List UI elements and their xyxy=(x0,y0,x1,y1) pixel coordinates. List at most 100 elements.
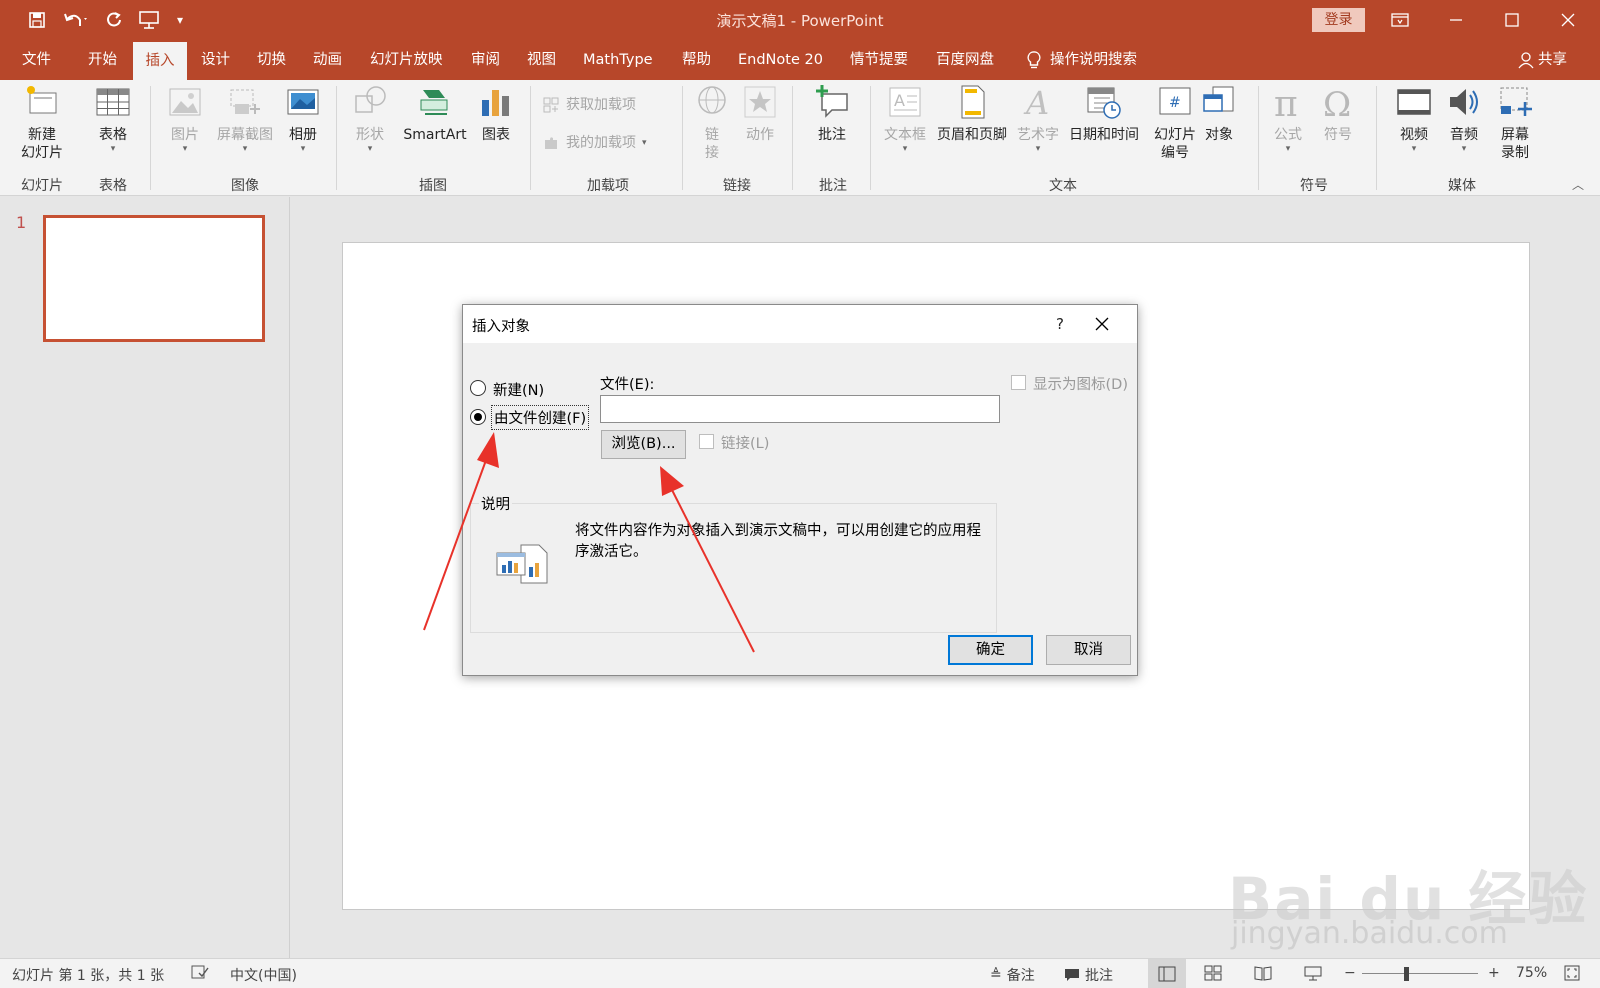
comment-button[interactable]: 批注 xyxy=(810,84,854,144)
zoom-in-button[interactable]: + xyxy=(1488,965,1500,981)
cancel-button[interactable]: 取消 xyxy=(1046,635,1131,665)
dialog-title: 插入对象 xyxy=(472,319,530,335)
tab-storyboard[interactable]: 情节提要 xyxy=(850,40,908,80)
create-new-label[interactable]: 新建(N) xyxy=(493,379,544,400)
maximize-icon[interactable] xyxy=(1492,4,1532,36)
ok-button[interactable]: 确定 xyxy=(948,635,1033,665)
customize-qat-icon[interactable]: ▾ xyxy=(170,6,190,34)
chart-button[interactable]: 图表 xyxy=(474,84,518,144)
redo-icon[interactable] xyxy=(100,6,128,34)
help-icon[interactable]: ? xyxy=(1045,311,1075,337)
get-addins-button[interactable]: 获取加载项 xyxy=(542,96,636,114)
create-from-file-radio[interactable] xyxy=(470,409,486,425)
my-addins-button[interactable]: 我的加载项 ▾ xyxy=(542,134,647,152)
file-path-input[interactable] xyxy=(600,395,1000,423)
present-from-start-icon[interactable] xyxy=(134,6,164,34)
date-time-button[interactable]: 日期和时间 xyxy=(1064,84,1144,144)
reading-view-button[interactable] xyxy=(1254,965,1272,985)
tab-design[interactable]: 设计 xyxy=(201,40,230,80)
wordart-button[interactable]: A 艺术字 ▾ xyxy=(1014,84,1062,154)
tab-transitions[interactable]: 切换 xyxy=(257,40,286,80)
tab-file[interactable]: 文件 xyxy=(22,40,51,80)
screenshot-icon xyxy=(230,89,260,114)
shapes-icon xyxy=(355,86,386,113)
table-button[interactable]: 表格 ▾ xyxy=(90,84,136,154)
audio-button[interactable]: 音频 ▾ xyxy=(1442,84,1486,154)
ribbon-display-options-icon[interactable] xyxy=(1380,4,1420,36)
group-label-text: 文本 xyxy=(1049,178,1077,194)
symbol-button[interactable]: Ω 符号 xyxy=(1316,84,1360,144)
spell-check-icon[interactable] xyxy=(190,964,210,984)
comments-button[interactable]: 批注 xyxy=(1064,965,1113,985)
normal-view-button[interactable] xyxy=(1148,959,1186,988)
fit-to-window-button[interactable] xyxy=(1564,965,1580,985)
link-label: 链接(L) xyxy=(721,436,770,452)
tab-view[interactable]: 视图 xyxy=(527,40,556,80)
tell-me-search[interactable]: 操作说明搜索 xyxy=(1026,40,1137,80)
save-icon[interactable] xyxy=(22,6,52,34)
star-icon xyxy=(744,86,776,118)
display-as-icon-checkbox[interactable] xyxy=(1011,375,1026,390)
zoom-slider-thumb[interactable] xyxy=(1404,967,1409,981)
tab-endnote[interactable]: EndNote 20 xyxy=(738,40,823,80)
textbox-icon: A xyxy=(889,87,921,117)
login-button[interactable]: 登录 xyxy=(1312,8,1365,32)
shapes-button[interactable]: 形状 ▾ xyxy=(348,84,392,154)
action-button[interactable]: 动作 xyxy=(738,84,782,144)
textbox-button[interactable]: A 文本框 ▾ xyxy=(880,84,930,154)
tab-help[interactable]: 帮助 xyxy=(682,40,711,80)
status-bar: 幻灯片 第 1 张，共 1 张 中文(中国) ≜ 备注 批注 − + 75% xyxy=(0,958,1600,988)
object-icon xyxy=(1203,86,1234,112)
dialog-close-icon[interactable] xyxy=(1085,311,1119,337)
link-checkbox[interactable] xyxy=(699,434,714,449)
new-slide-button[interactable]: 新建 幻灯片 xyxy=(10,84,74,162)
object-button[interactable]: 对象 xyxy=(1196,84,1242,144)
create-new-radio[interactable] xyxy=(470,380,486,396)
lightbulb-icon xyxy=(1027,51,1041,69)
bar-chart-icon xyxy=(482,90,509,116)
omega-icon: Ω xyxy=(1323,85,1351,120)
description-text: 将文件内容作为对象插入到演示文稿中，可以用创建它的应用程序激活它。 xyxy=(575,523,981,560)
language-indicator[interactable]: 中文(中国) xyxy=(230,965,297,985)
store-icon xyxy=(543,97,559,113)
group-label-links: 链接 xyxy=(723,178,751,194)
smartart-button[interactable]: SmartArt xyxy=(398,84,472,144)
header-footer-button[interactable]: 页眉和页脚 xyxy=(932,84,1012,144)
picture-icon xyxy=(169,88,201,116)
slide-thumbnail[interactable] xyxy=(43,215,265,342)
screen-recording-button[interactable]: 屏幕 录制 xyxy=(1492,84,1538,162)
tab-mathtype[interactable]: MathType xyxy=(583,40,653,80)
undo-icon[interactable] xyxy=(56,6,96,34)
slideshow-button[interactable] xyxy=(1304,965,1322,985)
video-button[interactable]: 视频 ▾ xyxy=(1392,84,1436,154)
chevron-down-icon: ▾ xyxy=(182,144,188,154)
group-label-comments: 批注 xyxy=(819,178,847,194)
tab-slideshow[interactable]: 幻灯片放映 xyxy=(370,40,443,80)
browse-button[interactable]: 浏览(B)... xyxy=(601,430,686,459)
zoom-slider-track[interactable] xyxy=(1362,973,1478,974)
close-icon[interactable] xyxy=(1548,4,1588,36)
create-from-file-label[interactable]: 由文件创建(F) xyxy=(491,405,590,430)
slide-thumbnail-pane: 1 xyxy=(0,197,290,958)
display-as-icon-label: 显示为图标(D) xyxy=(1033,377,1128,393)
share-button[interactable]: 共享 xyxy=(1518,40,1567,80)
picture-button[interactable]: 图片 ▾ xyxy=(162,84,208,154)
zoom-level[interactable]: 75% xyxy=(1516,965,1547,981)
tab-review[interactable]: 审阅 xyxy=(471,40,500,80)
tab-home[interactable]: 开始 xyxy=(88,40,117,80)
zoom-out-button[interactable]: − xyxy=(1344,965,1356,981)
collapse-ribbon-icon[interactable]: ︿ xyxy=(1572,176,1584,193)
minimize-icon[interactable] xyxy=(1436,4,1476,36)
reading-view-icon xyxy=(1254,966,1272,981)
tell-me-label: 操作说明搜索 xyxy=(1050,52,1137,68)
notes-button[interactable]: ≜ 备注 xyxy=(990,965,1035,985)
group-separator xyxy=(1258,86,1259,190)
link-button[interactable]: 链 接 xyxy=(690,84,734,162)
screenshot-button[interactable]: 屏幕截图 ▾ xyxy=(210,84,280,154)
slide-sorter-button[interactable] xyxy=(1204,965,1222,985)
tab-baidu-netdisk[interactable]: 百度网盘 xyxy=(936,40,994,80)
tab-insert[interactable]: 插入 xyxy=(133,40,187,80)
photo-album-button[interactable]: 相册 ▾ xyxy=(280,84,326,154)
tab-animations[interactable]: 动画 xyxy=(313,40,342,80)
equation-button[interactable]: π 公式 ▾ xyxy=(1266,84,1310,154)
